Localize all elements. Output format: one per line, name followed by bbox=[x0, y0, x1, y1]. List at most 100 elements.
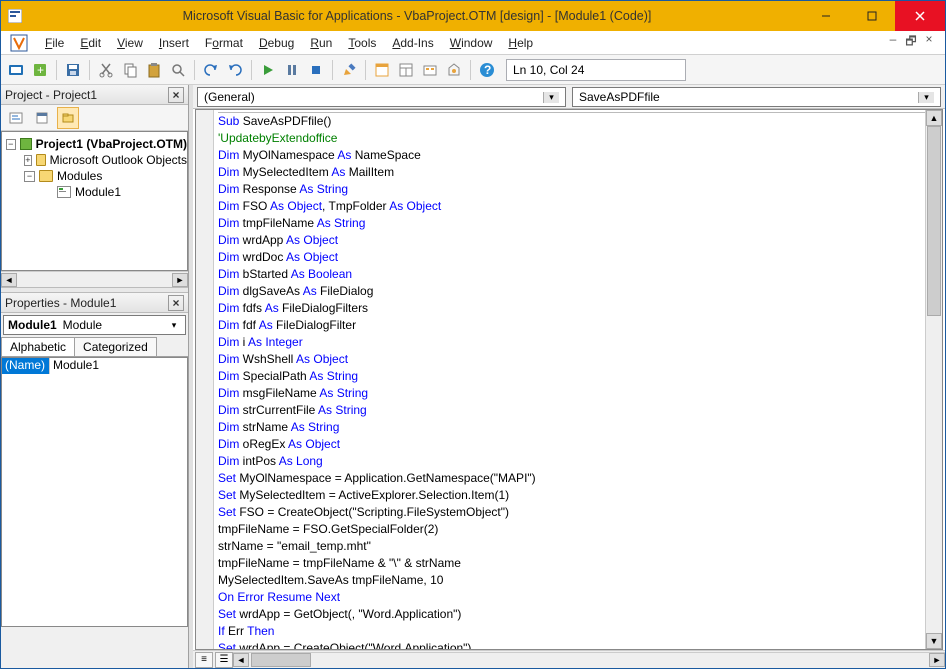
paste-button[interactable] bbox=[143, 59, 165, 81]
menu-help[interactable]: Help bbox=[500, 34, 541, 52]
view-code-button[interactable] bbox=[5, 107, 27, 129]
tree-module1[interactable]: Module1 bbox=[2, 184, 187, 200]
procedure-view-button[interactable]: ≡ bbox=[195, 652, 213, 668]
menu-insert[interactable]: Insert bbox=[151, 34, 197, 52]
line-col-display bbox=[506, 59, 686, 81]
cut-button[interactable] bbox=[95, 59, 117, 81]
folder-icon bbox=[36, 154, 46, 166]
vba-icon bbox=[9, 33, 29, 53]
properties-object-combo[interactable]: Module1 Module ▾ bbox=[3, 315, 186, 335]
break-button[interactable] bbox=[281, 59, 303, 81]
menubar: File Edit View Insert Format Debug Run T… bbox=[1, 31, 945, 55]
code-editor[interactable]: Sub SaveAsPDFfile() 'UpdatebyExtendoffic… bbox=[214, 110, 925, 649]
menu-addins[interactable]: Add-Ins bbox=[384, 34, 441, 52]
undo-button[interactable] bbox=[200, 59, 222, 81]
project-explorer-button[interactable] bbox=[371, 59, 393, 81]
menu-tools[interactable]: Tools bbox=[340, 34, 384, 52]
procedure-combo[interactable]: SaveAsPDFfile ▾ bbox=[572, 87, 941, 107]
insert-module-button[interactable]: + bbox=[29, 59, 51, 81]
properties-panel-close[interactable]: × bbox=[168, 295, 184, 311]
toggle-folders-button[interactable] bbox=[57, 107, 79, 129]
menu-window[interactable]: Window bbox=[442, 34, 501, 52]
properties-window-button[interactable] bbox=[395, 59, 417, 81]
minimize-button[interactable] bbox=[803, 1, 849, 31]
vba-editor-window: Microsoft Visual Basic for Applications … bbox=[0, 0, 946, 669]
folder-icon bbox=[39, 170, 53, 182]
menu-run[interactable]: Run bbox=[302, 34, 340, 52]
run-button[interactable] bbox=[257, 59, 279, 81]
svg-text:?: ? bbox=[484, 63, 491, 77]
mdi-controls: – 🗗 × bbox=[885, 32, 941, 53]
find-button[interactable] bbox=[167, 59, 189, 81]
properties-panel-header: Properties - Module1 × bbox=[1, 293, 188, 313]
reset-button[interactable] bbox=[305, 59, 327, 81]
code-bottom-bar: ≡ ☰ ◄ ► bbox=[193, 650, 945, 668]
tree-project-root[interactable]: − Project1 (VbaProject.OTM) bbox=[2, 136, 187, 152]
project-tree[interactable]: − Project1 (VbaProject.OTM) + Microsoft … bbox=[1, 131, 188, 271]
chevron-down-icon[interactable]: ▾ bbox=[167, 320, 181, 331]
scroll-left-icon[interactable]: ◄ bbox=[233, 653, 249, 667]
menu-view[interactable]: View bbox=[109, 34, 151, 52]
project-panel-close[interactable]: × bbox=[168, 87, 184, 103]
property-row-name[interactable]: (Name) Module1 bbox=[2, 358, 187, 374]
left-column: Project - Project1 × − Project1 (VbaProj… bbox=[1, 85, 189, 668]
collapse-icon[interactable]: − bbox=[24, 171, 35, 182]
vertical-scrollbar[interactable]: ▲ ▼ bbox=[925, 110, 942, 649]
tab-categorized[interactable]: Categorized bbox=[74, 337, 157, 356]
code-hscrollbar[interactable]: ◄ ► bbox=[233, 652, 945, 668]
window-title: Microsoft Visual Basic for Applications … bbox=[31, 9, 803, 23]
module-icon bbox=[57, 186, 71, 198]
menu-format[interactable]: Format bbox=[197, 34, 251, 52]
tree-modules-folder[interactable]: − Modules bbox=[2, 168, 187, 184]
menu-file[interactable]: File bbox=[37, 34, 72, 52]
copy-button[interactable] bbox=[119, 59, 141, 81]
scroll-down-icon[interactable]: ▼ bbox=[926, 633, 942, 649]
indicator-margin[interactable] bbox=[196, 110, 214, 649]
properties-grid[interactable]: (Name) Module1 bbox=[1, 357, 188, 627]
scroll-right-icon[interactable]: ► bbox=[172, 273, 188, 287]
object-combo[interactable]: (General) ▾ bbox=[197, 87, 566, 107]
scroll-right-icon[interactable]: ► bbox=[929, 653, 945, 667]
design-mode-button[interactable] bbox=[338, 59, 360, 81]
scrollbar-thumb[interactable] bbox=[251, 653, 311, 667]
expand-icon[interactable]: + bbox=[24, 155, 32, 166]
tree-outlook-objects[interactable]: + Microsoft Outlook Objects bbox=[2, 152, 187, 168]
full-module-view-button[interactable]: ☰ bbox=[215, 652, 233, 668]
menu-debug[interactable]: Debug bbox=[251, 34, 302, 52]
save-button[interactable] bbox=[62, 59, 84, 81]
toolbox-button[interactable] bbox=[443, 59, 465, 81]
help-button[interactable]: ? bbox=[476, 59, 498, 81]
tab-alphabetic[interactable]: Alphabetic bbox=[1, 337, 75, 356]
mdi-close-icon[interactable]: × bbox=[921, 32, 937, 53]
chevron-down-icon[interactable]: ▾ bbox=[543, 92, 559, 103]
project-hscrollbar[interactable]: ◄ ► bbox=[1, 271, 188, 287]
menu-edit[interactable]: Edit bbox=[72, 34, 109, 52]
close-button[interactable] bbox=[895, 1, 945, 31]
project-panel-header: Project - Project1 × bbox=[1, 85, 188, 105]
object-browser-button[interactable] bbox=[419, 59, 441, 81]
project-toolbar bbox=[1, 105, 188, 131]
maximize-button[interactable] bbox=[849, 1, 895, 31]
mdi-restore-icon[interactable]: 🗗 bbox=[903, 32, 919, 53]
redo-button[interactable] bbox=[224, 59, 246, 81]
collapse-icon[interactable]: − bbox=[6, 139, 16, 150]
project-panel-title: Project - Project1 bbox=[5, 88, 168, 102]
view-object-button[interactable] bbox=[31, 107, 53, 129]
mdi-minimize-icon[interactable]: – bbox=[885, 32, 901, 53]
scrollbar-thumb[interactable] bbox=[927, 126, 941, 316]
chevron-down-icon[interactable]: ▾ bbox=[918, 92, 934, 103]
titlebar: Microsoft Visual Basic for Applications … bbox=[1, 1, 945, 31]
scroll-up-icon[interactable]: ▲ bbox=[926, 110, 942, 126]
code-editor-wrap: Sub SaveAsPDFfile() 'UpdatebyExtendoffic… bbox=[195, 109, 943, 650]
property-value[interactable]: Module1 bbox=[50, 358, 187, 374]
project-icon bbox=[20, 138, 32, 150]
properties-panel-title: Properties - Module1 bbox=[5, 296, 168, 310]
scroll-left-icon[interactable]: ◄ bbox=[1, 273, 17, 287]
scrollbar-track[interactable] bbox=[926, 126, 942, 633]
property-key: (Name) bbox=[2, 358, 50, 374]
window-buttons bbox=[803, 1, 945, 31]
view-outlook-button[interactable] bbox=[5, 59, 27, 81]
standard-toolbar: + ? bbox=[1, 55, 945, 85]
properties-tabs: Alphabetic Categorized bbox=[1, 337, 188, 357]
main-area: Project - Project1 × − Project1 (VbaProj… bbox=[1, 85, 945, 668]
